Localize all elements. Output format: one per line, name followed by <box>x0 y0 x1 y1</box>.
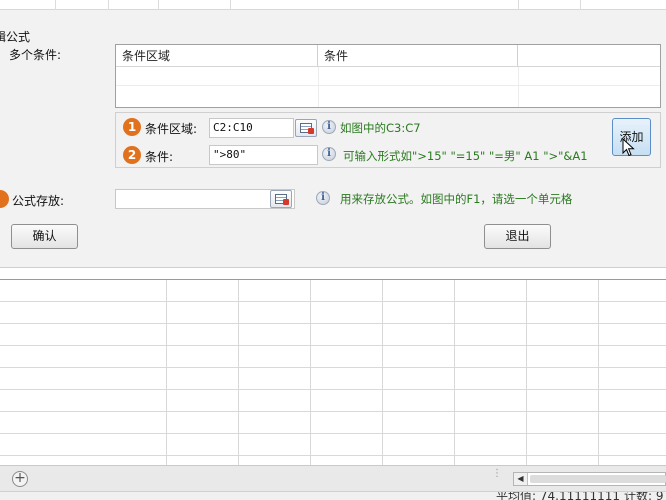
spreadsheet-grid[interactable] <box>0 279 666 465</box>
storage-picker-button[interactable] <box>270 190 292 208</box>
add-sheet-icon[interactable]: + <box>12 471 28 487</box>
grid-column-line <box>230 0 231 10</box>
table-row-line <box>116 85 660 86</box>
grid-column-line <box>518 0 519 10</box>
column-header-empty[interactable] <box>518 45 660 67</box>
condition-range-input[interactable]: C2:C10 <box>209 118 294 138</box>
info-icon: i <box>322 147 336 161</box>
scrollbar-thumb[interactable] <box>530 475 666 483</box>
table-col-line <box>318 67 319 107</box>
multi-conditions-label: 多个条件: <box>9 48 62 62</box>
column-header-condition-range[interactable]: 条件区域 <box>116 45 318 67</box>
exit-button[interactable]: 退出 <box>484 224 551 249</box>
step-3-badge <box>0 190 9 208</box>
formula-storage-input[interactable] <box>115 189 295 209</box>
grid-column-line <box>580 0 581 10</box>
info-icon: i <box>316 191 330 205</box>
spreadsheet-top-strip <box>0 0 666 10</box>
conditions-table[interactable]: 条件区域 条件 <box>115 44 661 108</box>
condition-range-label: 条件区域: <box>145 122 198 136</box>
condition-hint: 可输入形式如">15" "=15" "=男" A1 ">"&A1 <box>343 149 588 163</box>
condition-label: 条件: <box>145 150 174 164</box>
dialog-title: 辑公式 <box>0 30 31 44</box>
horizontal-scrollbar[interactable]: ◀ <box>513 472 666 486</box>
grid-column-line <box>55 0 56 10</box>
formula-storage-hint: 用来存放公式。如图中的F1，请选一个单元格 <box>340 192 573 206</box>
step-1-badge: 1 <box>123 118 141 136</box>
grid-column-line <box>158 0 159 10</box>
confirm-button[interactable]: 确认 <box>11 224 78 249</box>
mouse-cursor-icon <box>622 138 635 157</box>
condition-range-hint: 如图中的C3:C7 <box>340 121 421 135</box>
range-picker-button[interactable] <box>295 119 317 137</box>
scroll-left-icon[interactable]: ◀ <box>514 473 528 485</box>
status-bar: 平均值: 74.11111111 计数: 9 <box>0 491 666 500</box>
column-header-condition[interactable]: 条件 <box>318 45 518 67</box>
status-count: 计数: 9 <box>624 491 664 500</box>
splitter-handle[interactable]: ⋮ <box>492 469 502 479</box>
grid-column-line <box>108 0 109 10</box>
edit-formula-dialog: 辑公式 多个条件: 条件区域 条件 1 条件区域: C2:C10 i 如图中的C… <box>0 10 666 268</box>
formula-storage-label: 公式存放: <box>12 194 65 208</box>
sheet-tab-bar: + ⋮ ◀ <box>0 465 666 491</box>
status-average: 平均值: 74.11111111 <box>496 491 621 500</box>
step-2-badge: 2 <box>123 146 141 164</box>
condition-input[interactable]: ">80" <box>209 145 318 165</box>
table-col-line <box>518 67 519 107</box>
info-icon: i <box>322 120 336 134</box>
